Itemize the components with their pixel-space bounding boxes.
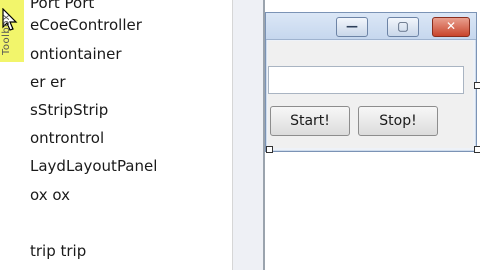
toolbox-item[interactable]: eCoeController [30,14,142,36]
toolbox-item[interactable]: LaydLayoutPanel [30,155,157,177]
splitter[interactable] [233,0,263,270]
close-button[interactable]: ✕ [432,17,470,37]
close-icon: ✕ [445,19,457,33]
text-input[interactable] [268,66,464,94]
toolbox-item[interactable]: trip trip [30,240,86,262]
toolbox-item[interactable]: Port Port [30,0,94,14]
minimize-icon: — [346,19,358,33]
resize-handle[interactable] [474,82,480,89]
toolbox-tab[interactable]: Toolbox [0,0,25,62]
form-title-bar[interactable]: — ▢ ✕ [266,13,476,40]
resize-handle[interactable] [474,146,480,153]
toolbox-item[interactable]: er er [30,71,66,93]
toolbox-item[interactable]: sStripStrip [30,99,108,121]
toolbox-panel: Port Port eCoeController ontiontainer er… [24,0,233,270]
minimize-button[interactable]: — [336,17,368,37]
toolbox-item[interactable]: ontrontrol [30,127,104,149]
toolbox-tab-label: Toolbox [1,14,12,55]
toolbox-item[interactable]: ox ox [30,184,70,206]
start-button[interactable]: Start! [270,106,350,136]
toolbox-item[interactable]: ontiontainer [30,43,122,65]
resize-handle[interactable] [266,146,273,153]
stop-button[interactable]: Stop! [358,106,438,136]
maximize-icon: ▢ [397,19,409,33]
maximize-button[interactable]: ▢ [387,17,419,37]
